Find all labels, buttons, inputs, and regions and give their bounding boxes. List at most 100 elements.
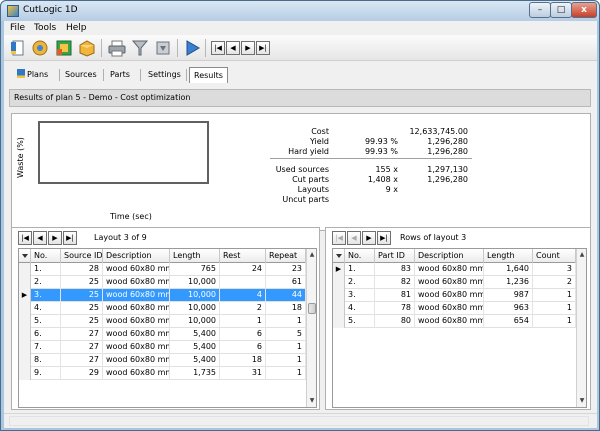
table-cell[interactable]: 2. <box>31 276 61 289</box>
table-row[interactable]: 4. 78 wood 60x80 mm 963 1 <box>333 302 576 315</box>
table-cell[interactable]: 1,735 <box>170 367 220 380</box>
table-cell[interactable]: 10,000 <box>170 315 220 328</box>
row-indicator[interactable] <box>333 276 345 289</box>
table-cell[interactable]: wood 60x80 mm <box>415 263 484 276</box>
tab-sources[interactable]: Sources <box>61 67 101 83</box>
tab-parts[interactable]: Parts <box>106 67 134 83</box>
row-last-button[interactable]: ▶| <box>377 231 391 245</box>
row-indicator[interactable]: ▶ <box>333 263 345 276</box>
table-cell[interactable]: 6 <box>220 341 266 354</box>
layout-next-button[interactable]: ▶ <box>48 231 62 245</box>
export-icon[interactable] <box>77 38 97 58</box>
row-indicator[interactable] <box>19 276 31 289</box>
table-cell[interactable]: 81 <box>375 289 415 302</box>
table-cell[interactable]: 10,000 <box>170 302 220 315</box>
table-cell[interactable] <box>220 276 266 289</box>
table-cell[interactable]: 1 <box>533 289 576 302</box>
table-cell[interactable]: 1 <box>266 341 306 354</box>
table-cell[interactable]: 80 <box>375 315 415 328</box>
table-cell[interactable]: 5 <box>266 328 306 341</box>
table-cell[interactable]: 987 <box>484 289 533 302</box>
table-cell[interactable]: 29 <box>61 367 103 380</box>
close-button[interactable]: x <box>571 2 597 18</box>
row-indicator[interactable] <box>19 263 31 276</box>
table-cell[interactable]: 61 <box>266 276 306 289</box>
previous-record-button[interactable]: ◀ <box>226 41 240 55</box>
table-cell[interactable]: 5. <box>345 315 375 328</box>
last-record-button[interactable]: ▶| <box>256 41 270 55</box>
table-cell[interactable]: 18 <box>220 354 266 367</box>
column-header[interactable]: Repeat <box>266 249 306 263</box>
table-cell[interactable]: 1. <box>345 263 375 276</box>
table-row[interactable]: 9. 29 wood 60x80 mm 1,735 31 1 <box>19 367 306 380</box>
table-row[interactable]: ▶ 3. 25 wood 60x80 mm 10,000 4 44 <box>19 289 306 302</box>
column-header[interactable]: Source ID <box>61 249 103 263</box>
table-cell[interactable]: 1 <box>266 367 306 380</box>
table-cell[interactable]: 5,400 <box>170 341 220 354</box>
table-row[interactable]: 5. 80 wood 60x80 mm 654 1 <box>333 315 576 328</box>
table-row[interactable]: 6. 27 wood 60x80 mm 5,400 6 5 <box>19 328 306 341</box>
settings-icon[interactable] <box>153 38 173 58</box>
table-cell[interactable]: 5,400 <box>170 328 220 341</box>
table-cell[interactable]: wood 60x80 mm <box>103 328 170 341</box>
row-indicator[interactable] <box>19 354 31 367</box>
row-indicator[interactable] <box>333 315 345 328</box>
new-plan-icon[interactable] <box>8 38 28 58</box>
table-cell[interactable]: 5. <box>31 315 61 328</box>
table-cell[interactable]: 25 <box>61 315 103 328</box>
import-icon[interactable] <box>54 38 74 58</box>
table-cell[interactable]: 1 <box>533 315 576 328</box>
run-icon[interactable] <box>182 38 202 58</box>
table-row[interactable]: 7. 27 wood 60x80 mm 5,400 6 1 <box>19 341 306 354</box>
layouts-vertical-scrollbar[interactable]: ▲ ▼ <box>306 249 316 407</box>
title-bar[interactable]: CutLogic 1D – □ x <box>1 1 599 21</box>
table-cell[interactable]: wood 60x80 mm <box>103 276 170 289</box>
table-cell[interactable]: 10,000 <box>170 276 220 289</box>
row-indicator[interactable] <box>19 341 31 354</box>
table-cell[interactable]: wood 60x80 mm <box>103 302 170 315</box>
table-cell[interactable]: 4 <box>220 289 266 302</box>
table-cell[interactable]: wood 60x80 mm <box>103 367 170 380</box>
table-cell[interactable]: 25 <box>61 276 103 289</box>
menu-help[interactable]: Help <box>66 23 87 33</box>
table-row[interactable]: 5. 25 wood 60x80 mm 10,000 1 1 <box>19 315 306 328</box>
table-cell[interactable]: 1 <box>266 315 306 328</box>
column-header[interactable]: Count <box>533 249 576 263</box>
scroll-thumb[interactable] <box>308 303 316 314</box>
row-indicator[interactable] <box>333 289 345 302</box>
table-row[interactable]: 8. 27 wood 60x80 mm 5,400 18 1 <box>19 354 306 367</box>
column-header[interactable]: Rest <box>220 249 266 263</box>
table-cell[interactable]: 25 <box>61 289 103 302</box>
table-cell[interactable]: 7. <box>31 341 61 354</box>
menu-file[interactable]: File <box>10 23 25 33</box>
table-row[interactable]: 3. 81 wood 60x80 mm 987 1 <box>333 289 576 302</box>
table-cell[interactable]: 25 <box>61 302 103 315</box>
column-header[interactable]: No. <box>345 249 375 263</box>
table-cell[interactable]: 18 <box>266 302 306 315</box>
table-row[interactable]: ▶ 1. 83 wood 60x80 mm 1,640 3 <box>333 263 576 276</box>
table-cell[interactable]: 3. <box>345 289 375 302</box>
table-cell[interactable]: wood 60x80 mm <box>103 263 170 276</box>
table-cell[interactable]: 31 <box>220 367 266 380</box>
table-cell[interactable]: 765 <box>170 263 220 276</box>
scroll-down-arrow[interactable]: ▼ <box>307 396 316 406</box>
row-indicator[interactable] <box>19 315 31 328</box>
table-cell[interactable]: 24 <box>220 263 266 276</box>
row-previous-button[interactable]: ◀ <box>347 231 361 245</box>
column-header[interactable]: Length <box>170 249 220 263</box>
layout-last-button[interactable]: ▶| <box>63 231 77 245</box>
row-next-button[interactable]: ▶ <box>362 231 376 245</box>
table-row[interactable]: 2. 25 wood 60x80 mm 10,000 61 <box>19 276 306 289</box>
table-cell[interactable]: 9. <box>31 367 61 380</box>
open-icon[interactable] <box>30 38 50 58</box>
table-cell[interactable]: wood 60x80 mm <box>415 302 484 315</box>
tab-results[interactable]: Results <box>189 67 228 83</box>
table-cell[interactable]: 1 <box>220 315 266 328</box>
table-cell[interactable]: 1. <box>31 263 61 276</box>
table-cell[interactable]: wood 60x80 mm <box>415 276 484 289</box>
scroll-down-arrow[interactable]: ▼ <box>577 396 586 406</box>
table-row[interactable]: 1. 28 wood 60x80 mm 765 24 23 <box>19 263 306 276</box>
table-cell[interactable]: 28 <box>61 263 103 276</box>
column-header[interactable]: Description <box>103 249 170 263</box>
table-cell[interactable]: 1 <box>533 302 576 315</box>
